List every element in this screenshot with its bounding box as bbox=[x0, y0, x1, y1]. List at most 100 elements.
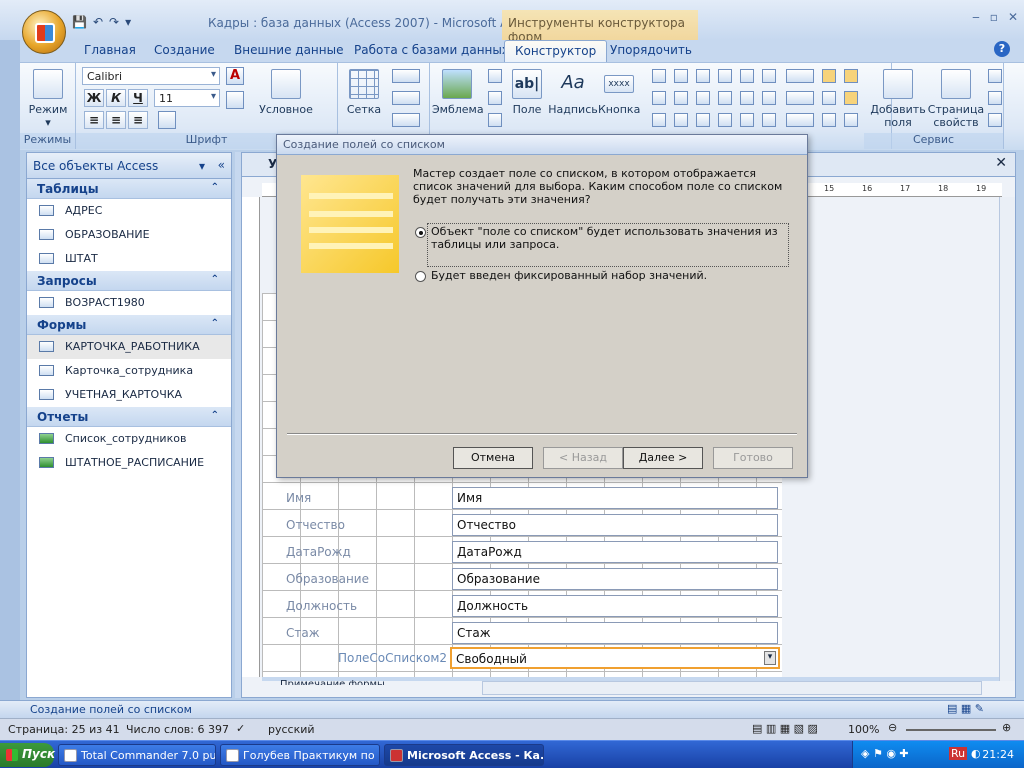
zoom-slider[interactable] bbox=[906, 729, 996, 731]
language[interactable]: русский bbox=[268, 723, 315, 736]
nav-header[interactable]: Все объекты Access ▾ « bbox=[27, 153, 231, 179]
field-experience[interactable]: Стаж bbox=[452, 622, 778, 644]
layout-view-icons[interactable]: ▤ ▥ ▦ ▧ ▨ bbox=[752, 722, 818, 735]
nav-item[interactable]: ОБРАЗОВАНИЕ bbox=[27, 223, 231, 247]
control-line-type-icon[interactable] bbox=[786, 91, 814, 105]
align-center-icon[interactable]: ≡ bbox=[106, 111, 126, 129]
volume-icon[interactable]: ◐ bbox=[971, 747, 981, 760]
nav-section-reports[interactable]: Отчеты ⌃ bbox=[27, 407, 231, 427]
proofing-icon[interactable]: ✓ bbox=[236, 722, 245, 735]
taskbar-item-total-commander[interactable]: Total Commander 7.0 pu... bbox=[58, 744, 216, 766]
align-right-icon[interactable]: ≡ bbox=[128, 111, 148, 129]
font-color-icon[interactable]: A bbox=[226, 67, 244, 85]
label-birthdate[interactable]: ДатаРожд bbox=[286, 545, 351, 559]
word-count[interactable]: Число слов: 6 397 bbox=[126, 723, 229, 736]
conditional-formatting-button[interactable]: Условное bbox=[256, 69, 316, 116]
taskbar-item-word[interactable]: Голубев Практикум по ... bbox=[220, 744, 380, 766]
view-button[interactable]: Режим ▾ bbox=[26, 69, 70, 129]
button-button[interactable]: xxxx Кнопка bbox=[598, 69, 640, 116]
list-box-icon[interactable] bbox=[762, 69, 776, 83]
save-icon[interactable]: 💾 bbox=[72, 15, 87, 29]
tab-external-data[interactable]: Внешние данные bbox=[234, 43, 343, 57]
finish-button[interactable]: Готово bbox=[713, 447, 793, 469]
minimize-icon[interactable]: ‒ bbox=[972, 10, 980, 24]
remove-icon[interactable] bbox=[844, 113, 858, 127]
italic-button[interactable]: К bbox=[106, 89, 126, 107]
close-document-icon[interactable]: ✕ bbox=[995, 155, 1007, 171]
nav-item[interactable]: ШТАТНОЕ_РАСПИСАНИЕ bbox=[27, 451, 231, 475]
zoom-out-icon[interactable]: ⊖ bbox=[888, 721, 897, 734]
restore-icon[interactable]: ▫ bbox=[990, 10, 998, 24]
field-education[interactable]: Образование bbox=[452, 568, 778, 590]
combo-box-label[interactable]: ПолеСоСписком2 bbox=[338, 651, 447, 665]
office-button[interactable] bbox=[22, 10, 66, 54]
bound-frame-icon[interactable] bbox=[718, 113, 732, 127]
page-numbers-icon[interactable] bbox=[488, 91, 502, 105]
image-icon[interactable] bbox=[762, 91, 776, 105]
field-patronymic[interactable]: Отчество bbox=[452, 514, 778, 536]
code-icon[interactable] bbox=[988, 91, 1002, 105]
toggle-button-icon[interactable] bbox=[696, 69, 710, 83]
align-left-icon[interactable]: ≡ bbox=[84, 111, 104, 129]
option-table-query-radio[interactable] bbox=[415, 227, 426, 238]
nav-section-queries[interactable]: Запросы ⌃ bbox=[27, 271, 231, 291]
chart-icon[interactable] bbox=[740, 69, 754, 83]
horizontal-scrollbar[interactable] bbox=[482, 681, 982, 695]
attachment-icon[interactable] bbox=[762, 113, 776, 127]
line-color-icon[interactable] bbox=[392, 113, 420, 127]
option-table-query-label[interactable]: Объект "поле со списком" будет использов… bbox=[431, 225, 787, 251]
page-break-icon[interactable] bbox=[740, 113, 754, 127]
nav-collapse-icon[interactable]: « bbox=[218, 158, 225, 172]
nav-item[interactable]: АДРЕС bbox=[27, 199, 231, 223]
rectangle-icon[interactable] bbox=[674, 91, 688, 105]
option-fixed-values-label[interactable]: Будет введен фиксированный набор значени… bbox=[431, 269, 707, 282]
control-wizard-icon[interactable] bbox=[844, 91, 858, 105]
page-count[interactable]: Страница: 25 из 41 bbox=[8, 723, 120, 736]
subform-icon[interactable] bbox=[652, 113, 666, 127]
combo-box-icon[interactable] bbox=[652, 91, 666, 105]
label-position[interactable]: Должность bbox=[286, 599, 357, 613]
bold-button[interactable]: Ж bbox=[84, 89, 104, 107]
label-button[interactable]: Aa Надпись bbox=[548, 69, 598, 116]
line-thickness-icon[interactable] bbox=[392, 69, 420, 83]
unbound-frame-icon[interactable] bbox=[718, 91, 732, 105]
close-icon[interactable]: ✕ bbox=[1008, 10, 1018, 24]
nav-item[interactable]: ВОЗРАСТ1980 bbox=[27, 291, 231, 315]
label-experience[interactable]: Стаж bbox=[286, 626, 320, 640]
property-sheet-button[interactable]: Страница свойств bbox=[926, 69, 986, 129]
option-button-icon[interactable] bbox=[696, 113, 710, 127]
set-control-defaults-icon[interactable] bbox=[822, 91, 836, 105]
control-line-thickness-icon[interactable] bbox=[786, 69, 814, 83]
zoom-in-icon[interactable]: ⊕ bbox=[1002, 721, 1011, 734]
tab-design[interactable]: Конструктор bbox=[504, 40, 608, 62]
font-name-combo[interactable]: Calibri bbox=[82, 67, 220, 85]
special-effect-icon[interactable] bbox=[822, 113, 836, 127]
combo-box-field[interactable]: Свободный bbox=[450, 647, 780, 669]
back-button[interactable]: < Назад bbox=[543, 447, 623, 469]
option-group-icon[interactable] bbox=[674, 113, 688, 127]
cancel-button[interactable]: Отмена bbox=[453, 447, 533, 469]
date-time-icon[interactable] bbox=[488, 113, 502, 127]
tab-order-icon[interactable] bbox=[988, 69, 1002, 83]
option-fixed-values-radio[interactable] bbox=[415, 271, 426, 282]
tab-database-tools[interactable]: Работа с базами данных bbox=[354, 43, 509, 57]
nav-item[interactable]: КАРТОЧКА_РАБОТНИКА bbox=[27, 335, 231, 359]
nav-dropdown-icon[interactable]: ▾ bbox=[199, 159, 205, 173]
label-patronymic[interactable]: Отчество bbox=[286, 518, 345, 532]
combo-dropdown-icon[interactable]: ▾ bbox=[764, 651, 776, 665]
line-type-icon[interactable] bbox=[392, 91, 420, 105]
tab-arrange[interactable]: Упорядочить bbox=[610, 43, 692, 57]
logo-button[interactable]: Эмблема bbox=[432, 69, 484, 116]
nav-item[interactable]: Список_сотрудников bbox=[27, 427, 231, 451]
select-pointer-icon[interactable] bbox=[844, 69, 858, 83]
nav-item[interactable]: ШТАТ bbox=[27, 247, 231, 271]
nav-section-forms[interactable]: Формы ⌃ bbox=[27, 315, 231, 335]
undo-icon[interactable]: ↶ bbox=[93, 15, 103, 29]
next-button[interactable]: Далее > bbox=[623, 447, 703, 469]
underline-button[interactable]: Ч bbox=[128, 89, 148, 107]
tray-icons[interactable]: ◈ ⚑ ◉ ✚ bbox=[861, 747, 909, 760]
control-line-color-icon[interactable] bbox=[786, 113, 814, 127]
language-indicator[interactable]: Ru bbox=[949, 747, 968, 760]
nav-item[interactable]: УЧЕТНАЯ_КАРТОЧКА bbox=[27, 383, 231, 407]
gridlines-button[interactable]: Сетка bbox=[340, 69, 388, 116]
